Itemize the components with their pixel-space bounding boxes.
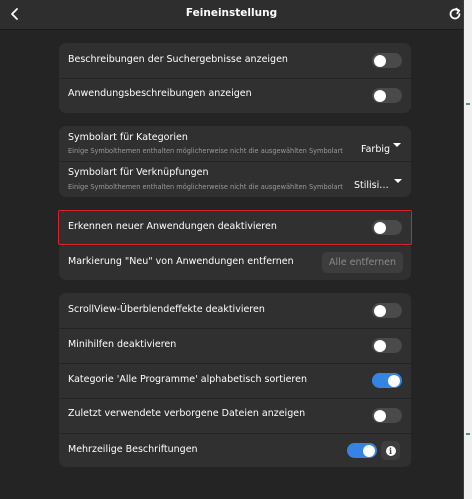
list-item: Kategorie 'Alle Programme' alphabetisch …: [59, 363, 411, 398]
background-strip: [464, 0, 472, 499]
dropdown-value: Stilisi…: [354, 180, 389, 191]
sort-all-programs-toggle[interactable]: [372, 373, 402, 388]
row-label: Mehrzeilige Beschriftungen: [68, 444, 198, 455]
page-title: Feineinstellung: [185, 7, 278, 19]
row-label: Symbolart für Verknüpfungen: [68, 167, 209, 178]
list-item: Markierung "Neu" von Anwendungen entfern…: [59, 245, 411, 280]
refresh-icon[interactable]: [447, 6, 463, 22]
category-icon-style-dropdown[interactable]: Farbig: [361, 137, 405, 155]
show-hidden-recent-files-toggle[interactable]: [372, 408, 402, 423]
background-mark: [466, 433, 470, 435]
icon-style-group: Symbolart für Kategorien Einige Symbolth…: [59, 126, 411, 197]
row-description: Einige Symbolthemen enthalten möglicherw…: [68, 183, 343, 191]
row-label: Erkennen neuer Anwendungen deaktivieren: [68, 221, 277, 232]
row-label: ScrollView-Überblendeffekte deaktivieren: [68, 304, 265, 315]
info-button[interactable]: i: [381, 441, 400, 460]
list-item: Symbolart für Verknüpfungen Einige Symbo…: [59, 162, 411, 197]
list-item: Anwendungsbeschreibungen anzeigen: [59, 78, 411, 113]
list-item: ScrollView-Überblendeffekte deaktivieren: [59, 293, 411, 328]
row-label: Markierung "Neu" von Anwendungen entfern…: [68, 256, 294, 267]
misc-options-group: ScrollView-Überblendeffekte deaktivieren…: [59, 293, 411, 467]
disable-scrollview-fade-toggle[interactable]: [372, 303, 402, 318]
app-descriptions-toggle[interactable]: [372, 88, 402, 103]
row-label: Minihilfen deaktivieren: [68, 339, 177, 350]
row-description: Einige Symbolthemen enthalten möglicherw…: [68, 147, 343, 155]
list-item: Erkennen neuer Anwendungen deaktivieren: [59, 210, 411, 245]
disable-tooltips-toggle[interactable]: [372, 338, 402, 353]
chevron-down-icon: [394, 179, 402, 183]
row-label: Zuletzt verwendete verborgene Dateien an…: [68, 408, 306, 419]
search-options-group: Beschreibungen der Suchergebnisse anzeig…: [59, 43, 411, 113]
row-label: Beschreibungen der Suchergebnisse anzeig…: [68, 54, 288, 65]
background-mark: [466, 103, 470, 105]
list-item: Zuletzt verwendete verborgene Dateien an…: [59, 398, 411, 433]
list-item: Minihilfen deaktivieren: [59, 328, 411, 363]
multiline-labels-toggle[interactable]: [347, 443, 377, 458]
remove-all-button[interactable]: Alle entfernen: [322, 252, 403, 273]
search-descriptions-toggle[interactable]: [372, 53, 402, 68]
row-label: Symbolart für Kategorien: [68, 132, 188, 143]
settings-window: Feineinstellung Beschreibungen der Suche…: [0, 0, 464, 499]
shortcut-icon-style-dropdown[interactable]: Stilisi…: [354, 173, 405, 191]
list-item: Symbolart für Kategorien Einige Symbolth…: [59, 126, 411, 161]
list-item: Beschreibungen der Suchergebnisse anzeig…: [59, 43, 411, 78]
chevron-down-icon: [393, 143, 401, 147]
row-label: Kategorie 'Alle Programme' alphabetisch …: [68, 374, 307, 385]
row-label: Anwendungsbeschreibungen anzeigen: [68, 88, 252, 99]
disable-new-app-detection-toggle[interactable]: [372, 220, 402, 235]
list-item: Mehrzeilige Beschriftungen i: [59, 433, 411, 467]
info-icon: i: [385, 445, 396, 456]
header-bar: Feineinstellung: [0, 0, 463, 30]
new-apps-group: Erkennen neuer Anwendungen deaktivieren …: [59, 210, 411, 280]
dropdown-value: Farbig: [361, 144, 391, 155]
